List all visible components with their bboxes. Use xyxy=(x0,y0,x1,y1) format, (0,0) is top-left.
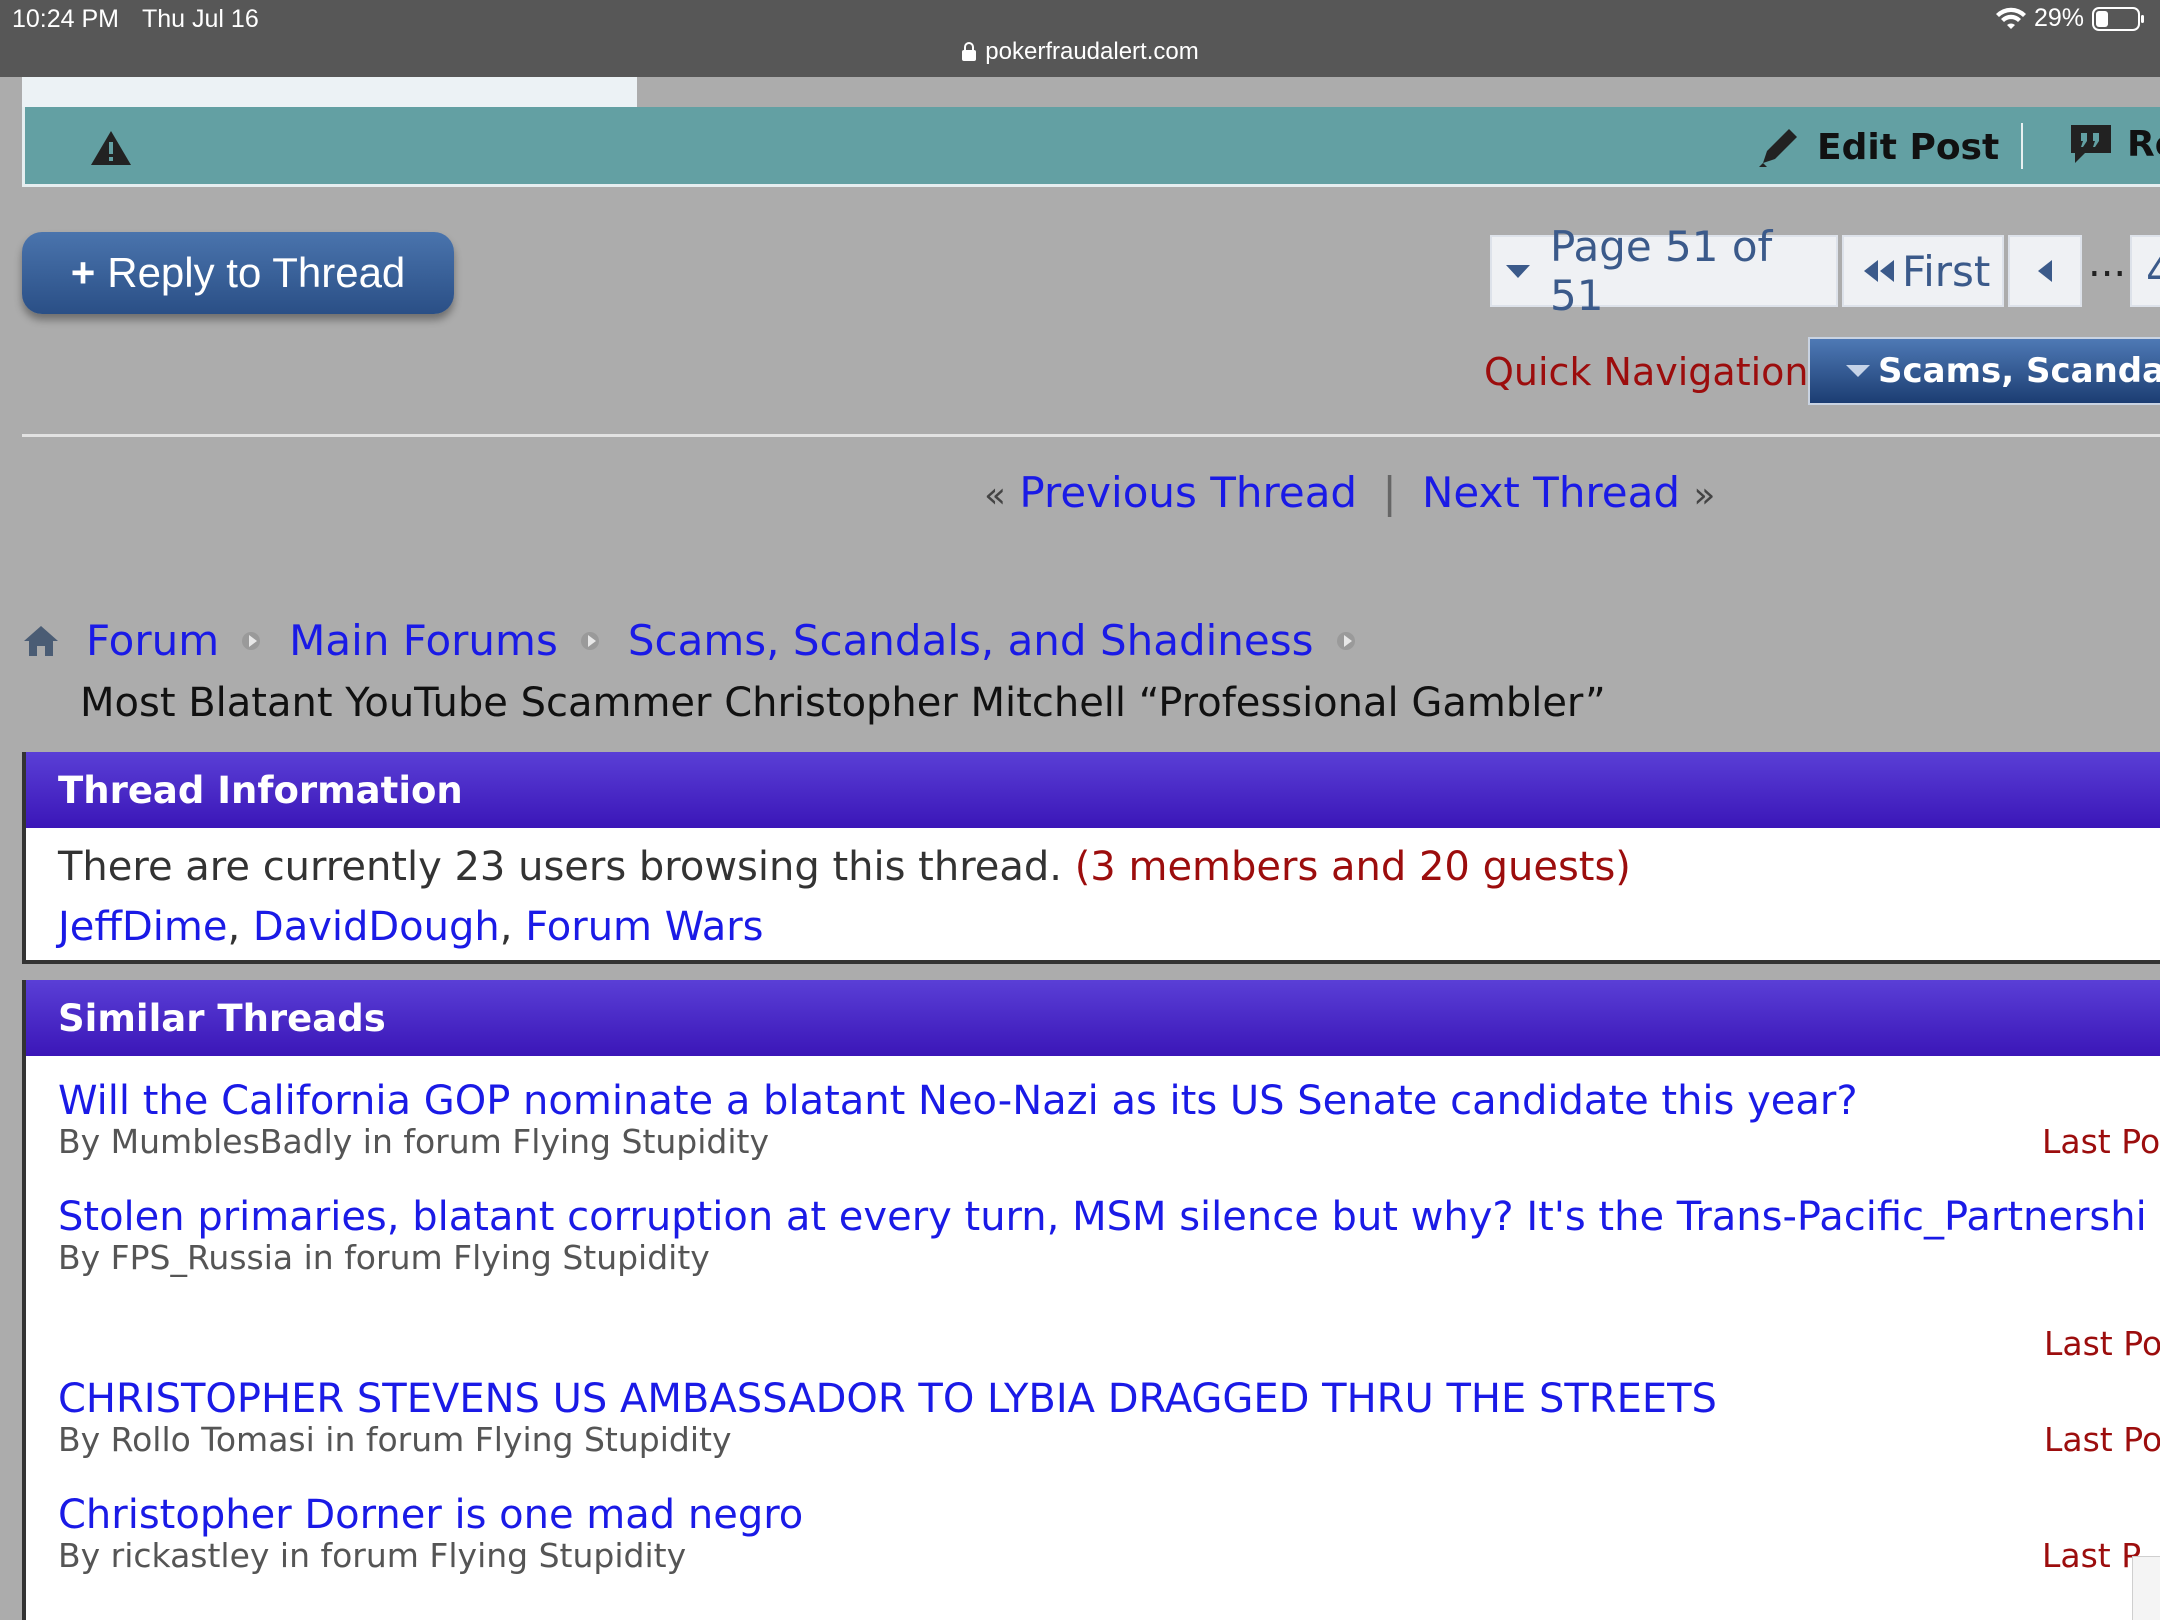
browsing-users-line: There are currently 23 users browsing th… xyxy=(58,844,1631,890)
browsing-users-text: There are currently 23 users browsing th… xyxy=(58,844,1062,890)
breadcrumb-arrow-icon xyxy=(1336,631,1355,650)
breadcrumb-arrow-icon xyxy=(242,631,261,650)
similar-thread-meta: By Rollo Tomasi in forum Flying Stupidit… xyxy=(58,1420,732,1459)
thread-navigation: « Previous Thread | Next Thread » xyxy=(984,468,1715,517)
member-link[interactable]: Forum Wars xyxy=(525,904,763,950)
double-left-arrow-icon xyxy=(1864,260,1894,282)
wifi-icon xyxy=(1995,7,2026,29)
similar-thread-title[interactable]: CHRISTOPHER STEVENS US AMBASSADOR TO LYB… xyxy=(58,1376,1717,1422)
quote-bubble-icon xyxy=(2071,125,2111,163)
previous-page-button[interactable] xyxy=(2008,235,2082,307)
similar-thread-title[interactable]: Christopher Dorner is one mad negro xyxy=(58,1492,803,1538)
next-thread-link[interactable]: Next Thread xyxy=(1422,468,1680,517)
browsing-members-list: JeffDime, DavidDough, Forum Wars xyxy=(58,904,764,950)
thread-nav-separator: | xyxy=(1382,468,1397,517)
post-bottom-strip xyxy=(22,77,637,107)
quick-navigation-value: Scams, Scanda xyxy=(1878,351,2160,391)
page-label: Page 51 of 51 xyxy=(1550,222,1773,320)
similar-thread-meta: By rickastley in forum Flying Stupidity xyxy=(58,1536,687,1575)
similar-thread-meta: By FPS_Russia in forum Flying Stupidity xyxy=(58,1238,710,1277)
status-time: 10:24 PM xyxy=(12,5,120,33)
browsing-users-counts: (3 members and 20 guests) xyxy=(1074,844,1631,890)
similar-thread-last-post: Last Po xyxy=(2044,1324,2160,1363)
page-selector[interactable]: Page 51 of 51 xyxy=(1490,222,1838,320)
plus-icon: + xyxy=(70,249,96,296)
member-separator: , xyxy=(499,904,513,950)
scroll-handle[interactable] xyxy=(2132,1556,2160,1620)
page-number-link[interactable]: 4 xyxy=(2130,235,2160,307)
similar-threads-heading: Similar Threads xyxy=(26,980,2160,1056)
prev-guillemet: « xyxy=(984,475,1007,516)
lock-icon xyxy=(962,42,977,61)
quick-navigation-label: Quick Navigation xyxy=(1484,350,1809,394)
battery-icon xyxy=(2092,6,2144,31)
similar-thread-last-post: Last P xyxy=(2042,1536,2142,1575)
breadcrumb-main-forums[interactable]: Main Forums xyxy=(289,616,558,665)
breadcrumb-arrow-icon xyxy=(580,631,599,650)
similar-threads-block: Similar Threads Will the California GOP … xyxy=(22,980,2160,1620)
first-page-button[interactable]: First xyxy=(1842,235,2004,307)
quick-navigation-select[interactable]: Scams, Scanda xyxy=(1808,337,2160,405)
breadcrumb-forum[interactable]: Forum xyxy=(86,616,219,665)
thread-information-heading: Thread Information xyxy=(26,752,2160,828)
member-link[interactable]: JeffDime xyxy=(58,904,227,950)
edit-post-label: Edit Post xyxy=(1817,126,2000,168)
thread-information-block: Thread Information There are currently 2… xyxy=(22,752,2160,964)
status-indicators: 29% xyxy=(1995,4,2146,33)
breadcrumb: Forum Main Forums Scams, Scandals, and S… xyxy=(22,616,1384,665)
edit-post-button[interactable]: Edit Post xyxy=(1755,123,1999,171)
page-number: 4 xyxy=(2146,246,2160,296)
toolbar-separator xyxy=(2021,123,2023,169)
next-guillemet: » xyxy=(1693,475,1716,516)
reply-quote-label: Re xyxy=(2127,123,2160,165)
status-date: Thu Jul 16 xyxy=(142,5,259,33)
breadcrumb-current-thread: Most Blatant YouTube Scammer Christopher… xyxy=(80,680,1606,726)
previous-thread-link[interactable]: Previous Thread xyxy=(1019,468,1357,517)
pagination-ellipsis: ... xyxy=(2088,240,2127,286)
similar-thread-last-post: Last Po xyxy=(2044,1420,2160,1459)
first-label: First xyxy=(1902,246,1991,296)
breadcrumb-scams-forum[interactable]: Scams, Scandals, and Shadiness xyxy=(628,616,1314,665)
report-warning-icon[interactable] xyxy=(89,129,133,167)
divider xyxy=(22,434,2160,437)
post-toolbar: Edit Post Re xyxy=(22,107,2160,187)
similar-thread-title[interactable]: Will the California GOP nominate a blata… xyxy=(58,1078,1858,1124)
url-text: pokerfraudalert.com xyxy=(985,38,1199,65)
member-separator: , xyxy=(227,904,241,950)
reply-with-quote-button[interactable]: Re xyxy=(2069,123,2160,165)
similar-thread-title[interactable]: Stolen primaries, blatant corruption at … xyxy=(58,1194,2147,1240)
chevron-down-icon xyxy=(1846,365,1870,377)
member-link[interactable]: DavidDough xyxy=(253,904,500,950)
address-bar[interactable]: pokerfraudalert.com xyxy=(0,38,2160,66)
chevron-down-icon xyxy=(1506,264,1530,278)
similar-thread-meta: By MumblesBadly in forum Flying Stupidit… xyxy=(58,1122,769,1161)
status-bar: 10:24 PM Thu Jul 16 29% pokerfraudalert.… xyxy=(0,0,2160,77)
reply-to-thread-label: Reply to Thread xyxy=(107,249,406,296)
battery-percent: 29% xyxy=(2033,4,2084,32)
home-icon[interactable] xyxy=(22,624,60,658)
reply-to-thread-button[interactable]: + Reply to Thread xyxy=(22,232,454,314)
left-arrow-icon xyxy=(2038,260,2052,282)
similar-thread-last-post: Last Po xyxy=(2042,1122,2160,1161)
pencil-icon xyxy=(1759,129,1797,167)
